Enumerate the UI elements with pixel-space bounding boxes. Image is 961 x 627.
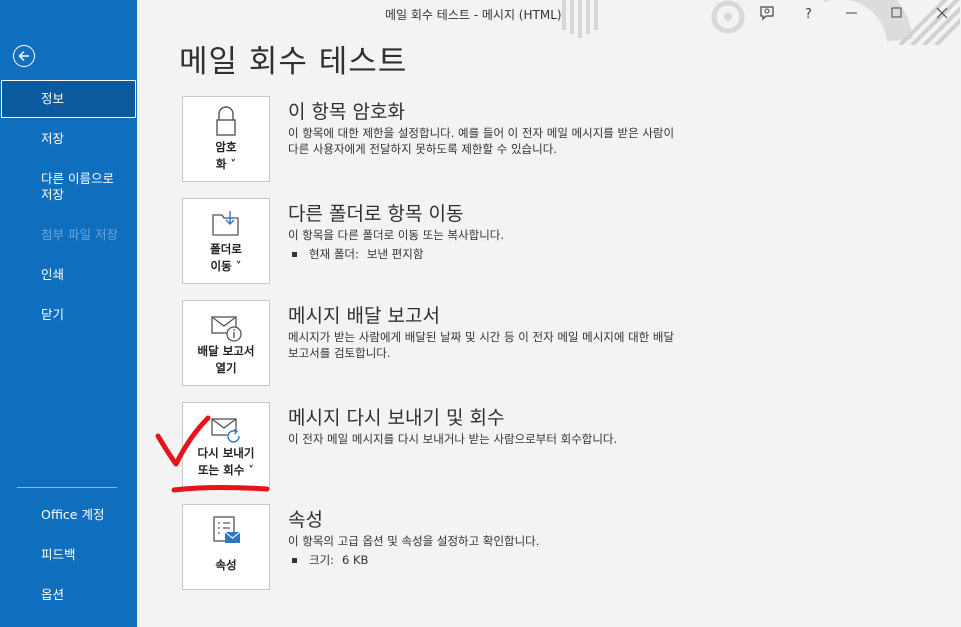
section-description: 이 항목에 대한 제한을 설정합니다. 예를 들어 이 전자 메일 메시지를 받…: [288, 126, 675, 156]
section-description: 메시지가 받는 사람에게 배달된 날짜 및 시간 등 이 전자 메일 메시지에 …: [288, 330, 675, 360]
lock-icon: [183, 105, 269, 139]
move-to-folder-button[interactable]: 폴더로이동 ˅: [182, 198, 270, 284]
button-label: 배달 보고서: [197, 344, 255, 358]
back-button[interactable]: [13, 45, 35, 67]
size-info: 크기: 6 KB: [292, 552, 368, 568]
button-label: 암호: [215, 140, 237, 154]
sidebar-item-label: 정보: [41, 91, 65, 106]
backstage-sidebar: 정보 저장 다른 이름으로 저장 첨부 파일 저장 인쇄 닫기 Office 계…: [0, 0, 137, 627]
properties-icon: [183, 513, 269, 547]
current-folder-info: 현재 폴더: 보낸 편지함: [292, 246, 423, 262]
envelope-info-icon: [183, 309, 269, 343]
sidebar-item-print[interactable]: 인쇄: [0, 267, 137, 283]
maximize-icon: [891, 7, 902, 18]
back-arrow-icon: [18, 50, 29, 62]
button-label: 속성: [215, 558, 237, 572]
maximize-button[interactable]: [888, 4, 906, 22]
window-title: 메일 회수 테스트 - 메시지 (HTML): [385, 8, 562, 22]
minimize-button[interactable]: [843, 4, 861, 22]
section-title: 메시지 배달 보고서: [288, 305, 440, 327]
section-title: 속성: [288, 509, 323, 531]
sidebar-item-save[interactable]: 저장: [0, 131, 137, 147]
help-icon: ?: [805, 7, 812, 22]
sidebar-item-options[interactable]: 옵션: [0, 587, 137, 603]
section-title: 다른 폴더로 항목 이동: [288, 203, 464, 225]
folder-move-icon: [183, 207, 269, 241]
button-label: 열기: [215, 361, 237, 375]
section-description: 이 항목을 다른 폴더로 이동 또는 복사합니다.: [288, 228, 505, 242]
close-button[interactable]: [933, 4, 951, 22]
button-label: 폴더로: [210, 242, 242, 256]
section-title: 메시지 다시 보내기 및 회수: [288, 407, 505, 429]
delivery-report-button[interactable]: 배달 보고서열기: [182, 300, 270, 386]
sidebar-item-info[interactable]: 정보: [1, 80, 136, 118]
sidebar-item-close[interactable]: 닫기: [0, 307, 137, 323]
sidebar-item-save-attachments: 첨부 파일 저장: [41, 227, 118, 242]
button-label: 이동 ˅: [210, 259, 242, 273]
coauthor-icon: [760, 6, 774, 21]
svg-text:?: ?: [805, 7, 812, 22]
encrypt-button[interactable]: 암호화 ˅: [182, 96, 270, 182]
minimize-icon: [846, 12, 857, 14]
close-icon: [936, 7, 948, 19]
section-description: 이 전자 메일 메시지를 다시 보내거나 받는 사람으로부터 회수합니다.: [288, 432, 618, 446]
section-title: 이 항목 암호화: [288, 101, 405, 123]
button-label: 화 ˅: [215, 157, 237, 171]
sidebar-item-save-as[interactable]: 다른 이름으로 저장: [0, 171, 137, 203]
help-button[interactable]: ?: [800, 4, 818, 22]
red-checkmark-annotation: [155, 415, 270, 493]
sidebar-item-feedback[interactable]: 피드백: [0, 547, 137, 563]
sidebar-divider: [17, 487, 117, 488]
section-description: 이 항목의 고급 옵션 및 속성을 설정하고 확인합니다.: [288, 534, 540, 548]
properties-button[interactable]: 속성: [182, 504, 270, 590]
page-title: 메일 회수 테스트: [179, 44, 408, 80]
coauthor-button[interactable]: [758, 4, 776, 22]
sidebar-item-office-account[interactable]: Office 계정: [0, 507, 137, 523]
